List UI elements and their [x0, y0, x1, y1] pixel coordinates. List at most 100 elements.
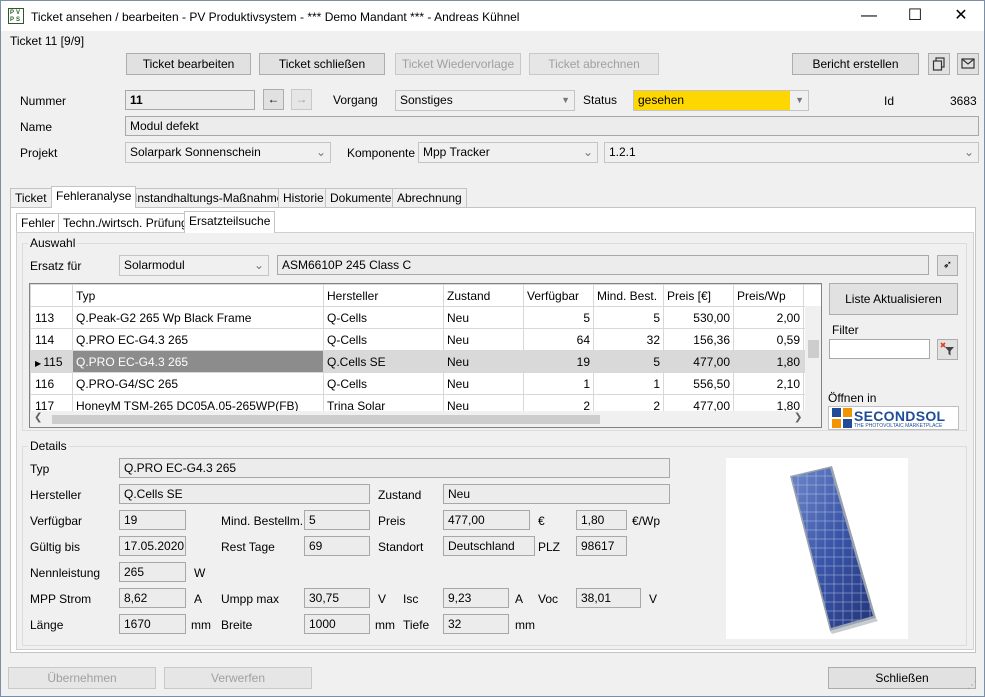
verfuegbar-field[interactable]: 19: [119, 510, 186, 530]
laenge-field[interactable]: 1670: [119, 614, 186, 634]
cell-typ[interactable]: Q.PRO EC-G4.3 265: [72, 328, 324, 351]
tab-dokumente[interactable]: Dokumente: [325, 188, 397, 208]
cell-verfuegbar[interactable]: 19: [523, 350, 594, 373]
vorgang-select[interactable]: Sonstiges ▼: [395, 90, 575, 111]
cell-zustand[interactable]: Neu: [443, 350, 524, 373]
cell-verfuegbar[interactable]: 5: [523, 306, 594, 329]
resize-grip-icon[interactable]: ⋰: [967, 680, 977, 691]
tiefe-field[interactable]: 32: [443, 614, 509, 634]
preis-field[interactable]: 477,00: [443, 510, 530, 530]
breite-field[interactable]: 1000: [304, 614, 370, 634]
secondsol-logo-button[interactable]: SECONDSOL THE PHOTOVOLTAIC MARKETPLACE: [828, 406, 959, 430]
typ-field[interactable]: Q.PRO EC-G4.3 265: [119, 458, 670, 478]
tab-ticket[interactable]: Ticket: [10, 188, 52, 208]
rest-tage-field[interactable]: 69: [304, 536, 370, 556]
subtab-pruefung[interactable]: Techn./wirtsch. Prüfung: [58, 213, 193, 233]
cell-preis-wp[interactable]: 2,00: [733, 306, 804, 329]
horizontal-scrollbar-thumb[interactable]: [52, 415, 600, 424]
ersatz-select[interactable]: Solarmodul ⌄: [119, 255, 269, 276]
prev-ticket-button[interactable]: ←: [263, 89, 284, 110]
row-number[interactable]: 113: [30, 306, 73, 329]
komponente-select[interactable]: Mpp Tracker ⌄: [418, 142, 598, 163]
tab-historie[interactable]: Historie: [278, 188, 329, 208]
col-header-preis[interactable]: Preis [€]: [663, 284, 734, 307]
refresh-list-button[interactable]: Liste Aktualisieren: [829, 283, 958, 315]
table-row[interactable]: ▶ 115 Q.PRO EC-G4.3 265 Q.Cells SE Neu 19 5 47…: [30, 350, 821, 373]
col-header-verfuegbar[interactable]: Verfügbar: [523, 284, 594, 307]
row-number[interactable]: 114: [30, 328, 73, 351]
ersatz-detail-field[interactable]: ASM6610P 245 Class C: [277, 255, 929, 275]
col-header-mind-best[interactable]: Mind. Best.: [593, 284, 664, 307]
filter-input[interactable]: [829, 339, 930, 359]
cell-hersteller[interactable]: Q-Cells: [323, 328, 444, 351]
pick-button[interactable]: ➶: [937, 255, 958, 276]
cell-preis-wp[interactable]: 0,59: [733, 328, 804, 351]
cell-hersteller[interactable]: Q-Cells: [323, 306, 444, 329]
preis-wp-field[interactable]: 1,80: [576, 510, 627, 530]
row-number[interactable]: 116: [30, 372, 73, 395]
cell-verfuegbar[interactable]: 1: [523, 372, 594, 395]
plz-field[interactable]: 98617: [576, 536, 627, 556]
next-ticket-button[interactable]: →: [291, 89, 312, 110]
mpp-strom-field[interactable]: 8,62: [119, 588, 186, 608]
horizontal-scrollbar[interactable]: ❮ ❯: [30, 411, 821, 427]
hersteller-field[interactable]: Q.Cells SE: [119, 484, 370, 504]
close-button[interactable]: Schließen: [828, 667, 976, 689]
cell-preis[interactable]: 477,00: [663, 350, 734, 373]
cell-preis[interactable]: 556,50: [663, 372, 734, 395]
status-select[interactable]: gesehen ▼: [633, 90, 809, 111]
table-row[interactable]: 116 Q.PRO-G4/SC 265 Q-Cells Neu 1 1 556,50 2,10: [30, 372, 821, 395]
gueltig-bis-field[interactable]: 17.05.2020: [119, 536, 186, 556]
name-field[interactable]: Modul defekt: [125, 116, 979, 136]
cell-preis[interactable]: 156,36: [663, 328, 734, 351]
edit-ticket-button[interactable]: Ticket bearbeiten: [126, 53, 251, 75]
scroll-left-icon[interactable]: ❮: [34, 412, 42, 423]
copy-button[interactable]: [928, 53, 950, 75]
subtab-fehler[interactable]: Fehler: [16, 213, 61, 233]
isc-field[interactable]: 9,23: [443, 588, 509, 608]
apply-button[interactable]: Übernehmen: [8, 667, 156, 689]
cell-hersteller[interactable]: Q-Cells: [323, 372, 444, 395]
zustand-field[interactable]: Neu: [443, 484, 670, 504]
discard-button[interactable]: Verwerfen: [164, 667, 312, 689]
cell-zustand[interactable]: Neu: [443, 328, 524, 351]
ersatzteil-grid[interactable]: Typ Hersteller Zustand Verfügbar Mind. B…: [29, 283, 822, 428]
subtab-ersatzteilsuche[interactable]: Ersatzteilsuche: [184, 211, 276, 233]
close-ticket-button[interactable]: Ticket schließen: [259, 53, 385, 75]
table-row[interactable]: 114 Q.PRO EC-G4.3 265 Q-Cells Neu 64 32 156,36…: [30, 328, 821, 351]
tab-abrechnung[interactable]: Abrechnung: [392, 188, 467, 208]
cell-mind-best[interactable]: 5: [593, 306, 664, 329]
col-header-zustand[interactable]: Zustand: [443, 284, 524, 307]
tab-fehleranalyse[interactable]: Fehleranalyse: [51, 186, 137, 208]
maximize-button[interactable]: ☐: [892, 1, 938, 31]
cell-mind-best[interactable]: 1: [593, 372, 664, 395]
cell-preis-wp[interactable]: 2,10: [733, 372, 804, 395]
cell-typ[interactable]: Q.PRO EC-G4.3 265: [72, 350, 324, 373]
row-number[interactable]: ▶ 115: [30, 350, 73, 373]
mail-button[interactable]: [957, 53, 979, 75]
cell-zustand[interactable]: Neu: [443, 306, 524, 329]
cell-preis-wp[interactable]: 1,80: [733, 350, 804, 373]
cell-typ[interactable]: Q.PRO-G4/SC 265: [72, 372, 324, 395]
projekt-select[interactable]: Solarpark Sonnenschein ⌄: [125, 142, 331, 163]
cell-zustand[interactable]: Neu: [443, 372, 524, 395]
minimize-button[interactable]: —: [846, 1, 892, 31]
cell-verfuegbar[interactable]: 64: [523, 328, 594, 351]
table-row[interactable]: 113 Q.Peak-G2 265 Wp Black Frame Q-Cells Ne…: [30, 306, 821, 329]
komponente-detail-select[interactable]: 1.2.1 ⌄: [604, 142, 979, 163]
cell-typ[interactable]: Q.Peak-G2 265 Wp Black Frame: [72, 306, 324, 329]
vertical-scrollbar[interactable]: [805, 306, 821, 413]
col-header-typ[interactable]: Typ: [72, 284, 324, 307]
cell-mind-best[interactable]: 5: [593, 350, 664, 373]
nummer-field[interactable]: 11: [125, 90, 255, 110]
clear-filter-button[interactable]: [937, 339, 958, 360]
col-header-preis-wp[interactable]: Preis/Wp: [733, 284, 804, 307]
vertical-scrollbar-thumb[interactable]: [808, 340, 819, 358]
mind-bestellm-field[interactable]: 5: [304, 510, 370, 530]
resubmit-ticket-button[interactable]: Ticket Wiedervorlage: [395, 53, 521, 75]
cell-preis[interactable]: 530,00: [663, 306, 734, 329]
voc-field[interactable]: 38,01: [576, 588, 641, 608]
col-header-hersteller[interactable]: Hersteller: [323, 284, 444, 307]
cell-hersteller[interactable]: Q.Cells SE: [323, 350, 444, 373]
cell-mind-best[interactable]: 32: [593, 328, 664, 351]
